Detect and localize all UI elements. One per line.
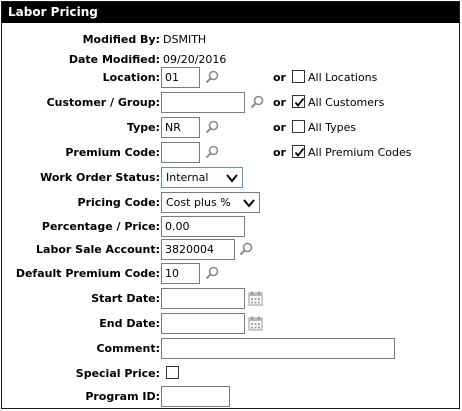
- all-premium-codes-label: All Premium Codes: [308, 146, 412, 159]
- all-premium-codes-checkbox[interactable]: [292, 145, 305, 158]
- location-lookup-icon[interactable]: [205, 70, 219, 84]
- location-input[interactable]: [161, 67, 200, 88]
- percentage-price-label: Percentage / Price:: [41, 220, 160, 233]
- end-date-input[interactable]: [161, 313, 245, 334]
- work-order-status-chevron-down-icon: [226, 174, 238, 183]
- labor-sale-account-row: Labor Sale Account:: [2, 239, 460, 261]
- all-customers-label: All Customers: [308, 96, 385, 109]
- end-date-row: End Date:: [2, 313, 460, 335]
- labor-sale-account-lookup-icon[interactable]: [239, 242, 253, 256]
- pricing-code-value: Cost plus %: [166, 196, 231, 209]
- all-types-label: All Types: [308, 121, 357, 134]
- work-order-status-label: Work Order Status:: [40, 171, 160, 184]
- default-premium-code-lookup-icon[interactable]: [205, 266, 219, 280]
- program-id-label: Program ID:: [85, 390, 160, 403]
- date-modified-label: Date Modified:: [68, 53, 160, 66]
- comment-label: Comment:: [96, 342, 160, 355]
- default-premium-code-row: Default Premium Code:: [2, 263, 460, 285]
- start-date-input[interactable]: [161, 288, 245, 309]
- customer-group-lookup-icon[interactable]: [250, 95, 264, 109]
- all-locations-label: All Locations: [308, 71, 378, 84]
- pricing-code-select[interactable]: Cost plus %: [161, 192, 260, 213]
- special-price-row: Special Price:: [2, 363, 460, 385]
- type-input[interactable]: [161, 117, 200, 138]
- work-order-status-row: Work Order Status: Internal: [2, 167, 460, 189]
- all-customers-check-icon: [294, 97, 305, 107]
- start-date-row: Start Date:: [2, 288, 460, 310]
- pricing-code-label: Pricing Code:: [77, 196, 160, 209]
- type-lookup-icon[interactable]: [205, 120, 219, 134]
- percentage-price-input[interactable]: [161, 216, 245, 237]
- pricing-code-row: Pricing Code: Cost plus %: [2, 192, 460, 214]
- end-date-calendar-icon[interactable]: [248, 316, 263, 331]
- type-row: Type: or All Types: [2, 117, 460, 139]
- customer-group-or-label: or: [273, 96, 286, 109]
- end-date-label: End Date:: [99, 317, 160, 330]
- panel-title: Labor Pricing: [2, 2, 459, 23]
- type-label: Type:: [126, 121, 160, 134]
- all-types-checkbox[interactable]: [292, 120, 305, 133]
- date-modified-value: 09/20/2016: [163, 53, 227, 66]
- location-row: Location: or All Locations: [2, 67, 460, 89]
- customer-group-label: Customer / Group:: [46, 96, 160, 109]
- all-premium-codes-check-icon: [294, 147, 305, 157]
- modified-by-value: DSMITH: [163, 33, 207, 46]
- labor-pricing-panel: Labor Pricing Modified By: DSMITH Date M…: [1, 1, 460, 409]
- special-price-label: Special Price:: [75, 367, 160, 380]
- default-premium-code-label: Default Premium Code:: [15, 267, 160, 280]
- percentage-price-row: Percentage / Price:: [2, 216, 460, 238]
- location-label: Location:: [102, 71, 160, 84]
- default-premium-code-input[interactable]: [161, 263, 200, 284]
- premium-code-label: Premium Code:: [65, 146, 160, 159]
- start-date-label: Start Date:: [91, 292, 160, 305]
- premium-code-input[interactable]: [161, 142, 200, 163]
- type-or-label: or: [273, 121, 286, 134]
- premium-code-lookup-icon[interactable]: [205, 145, 219, 159]
- work-order-status-select[interactable]: Internal: [161, 167, 243, 188]
- all-locations-checkbox[interactable]: [292, 70, 305, 83]
- modified-by-row: Modified By: DSMITH: [2, 29, 460, 51]
- pricing-code-chevron-down-icon: [243, 199, 255, 208]
- all-customers-checkbox[interactable]: [292, 95, 305, 108]
- comment-row: Comment:: [2, 338, 460, 360]
- program-id-row: Program ID:: [2, 386, 460, 408]
- customer-group-row: Customer / Group: or All Customers: [2, 92, 460, 114]
- location-or-label: or: [273, 71, 286, 84]
- modified-by-label: Modified By:: [82, 33, 160, 46]
- premium-code-row: Premium Code: or All Premium Codes: [2, 142, 460, 164]
- comment-input[interactable]: [161, 338, 395, 359]
- labor-sale-account-input[interactable]: [161, 239, 235, 260]
- start-date-calendar-icon[interactable]: [248, 291, 263, 306]
- labor-sale-account-label: Labor Sale Account:: [36, 243, 160, 256]
- work-order-status-value: Internal: [166, 171, 209, 184]
- customer-group-input[interactable]: [161, 92, 245, 113]
- premium-code-or-label: or: [273, 146, 286, 159]
- program-id-input[interactable]: [161, 386, 230, 407]
- special-price-checkbox[interactable]: [166, 366, 179, 379]
